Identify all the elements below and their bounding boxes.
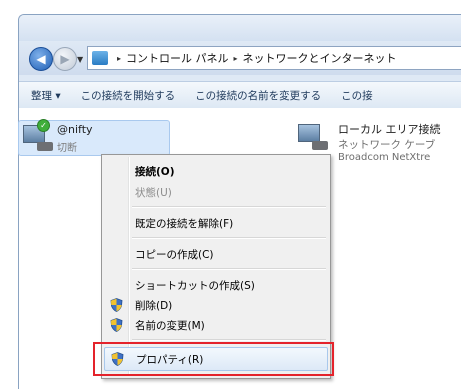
command-bar: 整理 ▾ この接続を開始する この接続の名前を変更する この接	[19, 81, 461, 109]
uac-shield-icon	[110, 318, 123, 332]
connection-status: 切断	[57, 143, 77, 154]
breadcrumb-separator: ▸	[117, 53, 122, 63]
context-menu: 接続(O) 状態(U) 既定の接続を解除(F) コピーの作成(C) ショートカッ…	[101, 154, 331, 379]
menu-item-rename[interactable]: 名前の変更(M)	[104, 315, 328, 335]
menu-separator	[132, 237, 326, 239]
breadcrumb-network-internet[interactable]: ネットワークとインターネット	[243, 50, 397, 66]
back-button[interactable]: ◀	[29, 47, 53, 71]
menu-item-label: プロパティ(R)	[136, 354, 204, 366]
menu-item-status: 状態(U)	[104, 182, 328, 202]
menu-item-connect[interactable]: 接続(O)	[104, 161, 328, 181]
menu-separator	[132, 206, 326, 208]
menu-item-unset-default[interactable]: 既定の接続を解除(F)	[104, 213, 328, 233]
menu-separator	[132, 339, 326, 341]
menu-item-delete[interactable]: 削除(D)	[104, 295, 328, 315]
connection-item-nifty[interactable]: ✓ @nifty 切断	[18, 119, 170, 156]
organize-button[interactable]: 整理 ▾	[19, 88, 71, 103]
menu-item-properties[interactable]: プロパティ(R)	[104, 347, 328, 371]
menu-item-create-shortcut[interactable]: ショートカットの作成(S)	[104, 275, 328, 295]
lan-connection-icon[interactable]	[298, 124, 328, 150]
control-panel-icon	[92, 51, 108, 65]
check-icon: ✓	[37, 119, 50, 132]
connection-device: Broadcom NetXtre	[338, 152, 431, 163]
uac-shield-icon	[111, 352, 124, 366]
connection-status: ネットワーク ケーブ	[338, 139, 436, 151]
rename-connection-button[interactable]: この接続の名前を変更する	[185, 88, 331, 103]
menu-item-label: 名前の変更(M)	[135, 320, 205, 332]
menu-item-label: 削除(D)	[135, 300, 173, 312]
menu-item-label: ショートカットの作成(S)	[135, 280, 255, 292]
connection-name: @nifty	[57, 123, 93, 136]
connection-name[interactable]: ローカル エリア接続	[338, 121, 441, 137]
title-bar	[19, 15, 461, 41]
more-command-button[interactable]: この接	[331, 88, 383, 103]
menu-separator	[132, 268, 326, 270]
address-row: ◀ ▶ ▼ ▸ コントロール パネル ▸ ネットワークとインターネット	[19, 41, 461, 75]
menu-item-create-copy[interactable]: コピーの作成(C)	[104, 244, 328, 264]
start-connection-button[interactable]: この接続を開始する	[71, 88, 186, 103]
address-bar[interactable]: ▸ コントロール パネル ▸ ネットワークとインターネット	[87, 46, 461, 70]
uac-shield-icon	[110, 298, 123, 312]
history-dropdown-icon[interactable]: ▼	[77, 55, 83, 64]
menu-item-label: 接続(O)	[135, 166, 175, 178]
menu-item-label: 既定の接続を解除(F)	[135, 218, 234, 230]
menu-item-label: コピーの作成(C)	[135, 249, 214, 261]
breadcrumb-control-panel[interactable]: コントロール パネル	[126, 50, 229, 66]
forward-button[interactable]: ▶	[53, 47, 77, 71]
menu-item-label: 状態(U)	[135, 187, 172, 199]
breadcrumb-separator: ▸	[233, 53, 238, 63]
